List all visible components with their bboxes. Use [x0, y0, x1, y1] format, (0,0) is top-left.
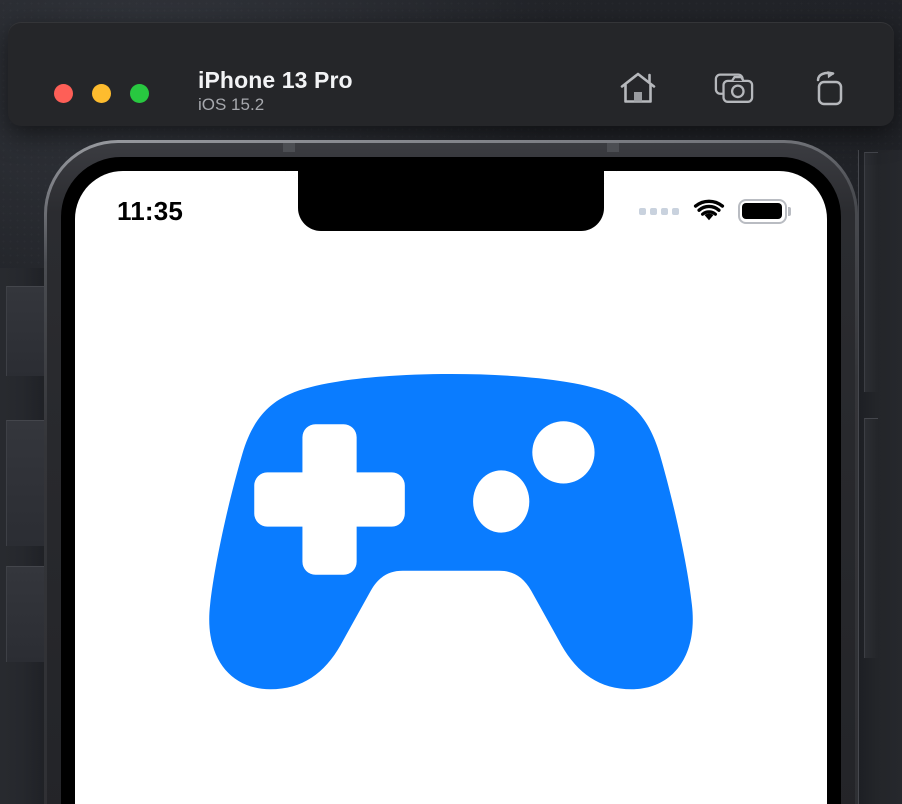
button-a [532, 421, 595, 484]
zoom-button[interactable] [130, 84, 149, 103]
cellular-signal-icon [638, 207, 679, 215]
window-controls [54, 84, 149, 103]
background-window-left[interactable]: 2 3 [0, 268, 46, 804]
battery-icon [737, 198, 791, 224]
game-controller-icon[interactable] [190, 366, 712, 697]
antenna-line [283, 143, 295, 152]
background-panel-block [6, 420, 45, 546]
screenshot-button[interactable]: Screenshot [714, 68, 754, 108]
status-bar-indicators [638, 198, 791, 224]
rotate-icon [816, 71, 843, 106]
battery-cap [788, 206, 791, 216]
device-screen[interactable]: 11:35 [75, 171, 827, 804]
app-content-area [75, 171, 827, 804]
close-button[interactable] [54, 84, 73, 103]
window-title: iPhone 13 Pro [198, 67, 353, 93]
window-subtitle: iOS 15.2 [198, 95, 265, 115]
background-panel-block [864, 418, 878, 658]
wifi-icon [693, 199, 724, 221]
battery-fill [742, 203, 782, 219]
button-b [473, 470, 530, 533]
simulator-toolbar: Home Screenshot Rotate [618, 68, 850, 108]
background-window-right[interactable] [858, 150, 902, 804]
antenna-line [607, 143, 619, 152]
screenshot-icon [714, 73, 754, 103]
simulator-window: iPhone 13 Pro iOS 15.2 Home Screenshot [8, 22, 894, 126]
rotate-button[interactable]: Rotate [810, 68, 850, 108]
background-panel-block [864, 152, 878, 392]
home-icon [620, 72, 656, 103]
screen-root: 2 3 iPhone 13 Pro iOS 15.2 Home [0, 0, 902, 804]
device-bezel-inner: 11:35 [47, 143, 855, 804]
status-bar-clock: 11:35 [117, 195, 184, 226]
home-button[interactable]: Home [618, 68, 658, 108]
iphone-device: 11:35 [44, 140, 858, 804]
device-frame: 11:35 [61, 157, 841, 804]
background-panel-block [6, 286, 45, 376]
controller-body [209, 374, 693, 690]
window-title-group: iPhone 13 Pro iOS 15.2 [198, 67, 353, 115]
device-bezel-outer: 11:35 [44, 140, 858, 804]
status-bar: 11:35 [75, 171, 827, 235]
background-panel-block [6, 566, 45, 662]
minimize-button[interactable] [92, 84, 111, 103]
